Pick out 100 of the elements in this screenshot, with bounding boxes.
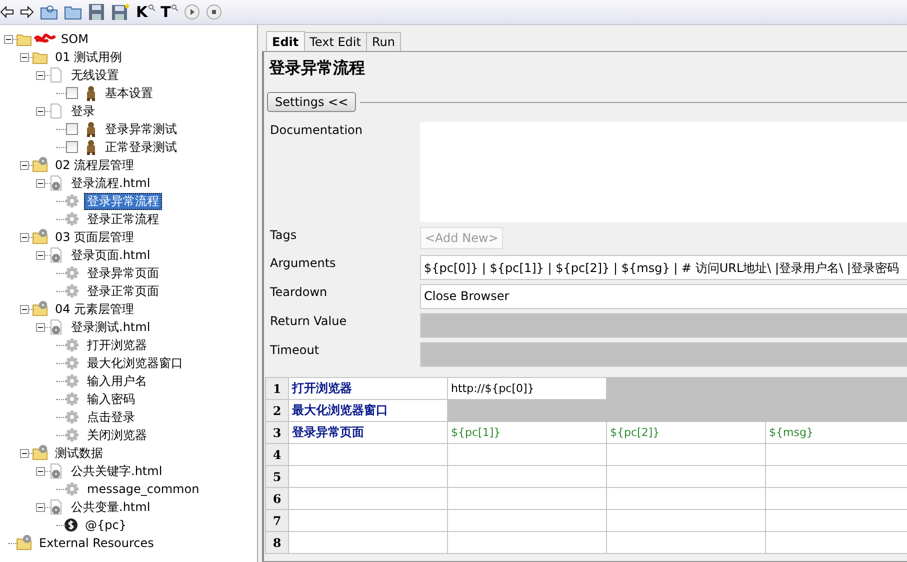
- tab[interactable]: Text Edit: [304, 32, 367, 51]
- row-number: 3: [266, 422, 288, 444]
- folder-gear-icon: [32, 301, 48, 317]
- keyword-cell[interactable]: 打开浏览器: [288, 378, 448, 400]
- tree-item[interactable]: 登录异常测试: [102, 120, 180, 138]
- table-cell[interactable]: [448, 488, 606, 510]
- magnifier-icon: [170, 4, 178, 11]
- table-cell[interactable]: [448, 400, 606, 422]
- tree-item[interactable]: 登录页面.html: [68, 246, 154, 264]
- robot-icon: [84, 121, 98, 137]
- row-number: 4: [266, 444, 288, 466]
- search-letter-button[interactable]: K: [136, 4, 155, 20]
- stop-icon[interactable]: [206, 4, 222, 20]
- table-cell[interactable]: [766, 532, 907, 554]
- tree-item[interactable]: 登录正常页面: [84, 282, 162, 300]
- table-cell[interactable]: [766, 488, 907, 510]
- keyword-cell[interactable]: 最大化浏览器窗口: [288, 400, 448, 422]
- forward-arrow-icon[interactable]: [20, 4, 34, 20]
- folder-icon[interactable]: [40, 3, 58, 21]
- table-cell[interactable]: [448, 466, 606, 488]
- table-cell[interactable]: [606, 488, 766, 510]
- table-cell[interactable]: [288, 488, 448, 510]
- tree-item[interactable]: 03 页面层管理: [52, 228, 138, 246]
- tree-item[interactable]: 基本设置: [102, 84, 156, 102]
- table-cell[interactable]: [288, 444, 448, 466]
- table-cell[interactable]: ${pc[1]}: [448, 422, 606, 444]
- tree-item[interactable]: External Resources: [36, 534, 157, 552]
- table-cell[interactable]: [448, 532, 606, 554]
- table-cell[interactable]: [766, 466, 907, 488]
- setting-label: Documentation: [270, 122, 364, 139]
- folder-gear-icon: [32, 157, 48, 173]
- keyword-cell[interactable]: 登录异常页面: [288, 422, 448, 444]
- tree-item[interactable]: 测试数据: [52, 444, 106, 462]
- table-cell[interactable]: http://${pc[0]}: [448, 378, 606, 400]
- table-cell[interactable]: ${msg}: [766, 422, 907, 444]
- table-cell[interactable]: [288, 532, 448, 554]
- gear-icon: [64, 283, 80, 299]
- tab[interactable]: Run: [366, 32, 401, 51]
- input-field[interactable]: ${pc[0]} | ${pc[1]} | ${pc[2]} | ${msg} | # 访问URL地址\ |登录用户名\ |登录密码: [420, 255, 907, 280]
- file-gear-icon: [48, 499, 64, 515]
- checkbox[interactable]: [66, 123, 78, 135]
- checkbox[interactable]: [66, 87, 78, 99]
- tree-item[interactable]: @{pc}: [82, 516, 130, 534]
- tree-item[interactable]: 登录异常页面: [84, 264, 162, 282]
- tree-item[interactable]: 02 流程层管理: [52, 156, 138, 174]
- tree-item[interactable]: 登录正常流程: [84, 210, 162, 228]
- file-gear-icon: [48, 319, 64, 335]
- table-cell[interactable]: [606, 532, 766, 554]
- tree-item[interactable]: 正常登录测试: [102, 138, 180, 156]
- gear-icon: [64, 337, 80, 353]
- gear-icon: [64, 373, 80, 389]
- tree-item[interactable]: 输入密码: [84, 390, 138, 408]
- table-cell[interactable]: [288, 466, 448, 488]
- checkbox[interactable]: [66, 141, 78, 153]
- tree-item[interactable]: 公共关键字.html: [68, 462, 166, 480]
- tree-item[interactable]: 01 测试用例: [52, 48, 126, 66]
- tree-item[interactable]: 登录流程.html: [68, 174, 154, 192]
- tab[interactable]: Edit: [266, 31, 305, 51]
- table-cell[interactable]: [448, 510, 606, 532]
- page-title: 登录异常流程: [268, 57, 366, 79]
- file-gear-icon: [48, 247, 64, 263]
- tree-item[interactable]: 公共变量.html: [68, 498, 154, 516]
- tree-item[interactable]: 点击登录: [84, 408, 138, 426]
- search-letter-button[interactable]: T: [160, 4, 178, 20]
- tree-item[interactable]: 04 元素层管理: [52, 300, 138, 318]
- tree-item[interactable]: 登录异常流程: [84, 192, 162, 210]
- tree-item[interactable]: 无线设置: [68, 66, 122, 84]
- setting-label: Teardown: [270, 284, 328, 301]
- tree-item[interactable]: 最大化浏览器窗口: [84, 354, 186, 372]
- tree-item[interactable]: message_common: [84, 480, 202, 498]
- gear-icon: [64, 391, 80, 407]
- tree-item[interactable]: 登录测试.html: [68, 318, 154, 336]
- table-cell[interactable]: [288, 510, 448, 532]
- gear-icon: [64, 193, 80, 209]
- play-icon[interactable]: [184, 4, 200, 20]
- table-cell[interactable]: [766, 444, 907, 466]
- tree-item[interactable]: 关闭浏览器: [84, 426, 150, 444]
- setting-label: Tags: [270, 227, 298, 244]
- input-field[interactable]: Close Browser: [420, 284, 907, 309]
- table-cell[interactable]: [448, 444, 606, 466]
- table-cell[interactable]: ${pc[2]}: [606, 422, 766, 444]
- save-all-icon[interactable]: [111, 3, 130, 21]
- tree-item[interactable]: SOM: [58, 30, 92, 48]
- table-cell[interactable]: [606, 466, 766, 488]
- row-number: 6: [266, 488, 288, 510]
- folder-gear-icon: [32, 229, 48, 245]
- robot-icon: [84, 85, 98, 101]
- settings-button[interactable]: Settings <<: [267, 92, 356, 112]
- table-cell[interactable]: [606, 510, 766, 532]
- file-icon: [48, 67, 64, 83]
- setting-label: Arguments: [270, 255, 337, 272]
- table-cell[interactable]: [606, 444, 766, 466]
- save-icon[interactable]: [88, 3, 105, 21]
- tree-item[interactable]: 打开浏览器: [84, 336, 150, 354]
- back-arrow-icon[interactable]: [0, 4, 14, 20]
- tree-item[interactable]: 登录: [68, 102, 98, 120]
- row-number: 7: [266, 510, 288, 532]
- table-cell[interactable]: [766, 510, 907, 532]
- tree-item[interactable]: 输入用户名: [84, 372, 150, 390]
- robot-icon: [84, 139, 98, 155]
